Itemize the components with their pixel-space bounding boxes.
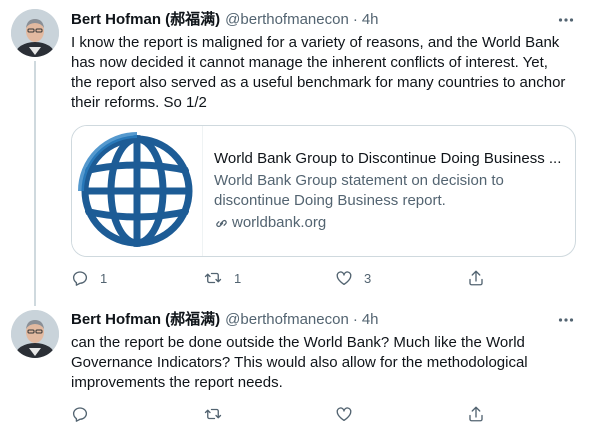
card-title[interactable]: World Bank Group to Discontinue Doing Bu… [214,149,564,169]
like-button[interactable] [335,405,467,423]
card-body: World Bank Group to Discontinue Doing Bu… [214,149,564,233]
more-options-button[interactable] [557,311,575,329]
retweet-button[interactable]: 1 [203,269,335,287]
world-bank-logo-icon [78,132,193,247]
timestamp[interactable]: 4h [362,10,379,30]
retweet-icon [204,408,222,420]
more-horizontal-icon [558,318,574,322]
retweet-count: 1 [234,270,242,286]
tweet-text: I know the report is maligned for a vari… [71,34,566,111]
retweet-button[interactable] [203,405,335,423]
more-options-button[interactable] [557,11,575,29]
more-horizontal-icon [558,18,574,22]
avatar[interactable] [11,310,59,358]
share-icon [469,406,483,422]
tweet-actions [71,404,501,424]
reply-count: 1 [100,270,108,286]
card-description: World Bank Group statement on decision t… [214,172,504,209]
card-thumbnail [72,126,203,256]
avatar[interactable] [11,9,59,57]
like-count: 3 [364,270,372,286]
user-handle[interactable]: @berthofmanecon [225,10,349,30]
tweet-actions: 1 1 3 [71,268,501,288]
share-button[interactable] [467,269,497,287]
link-preview-card[interactable]: World Bank Group to Discontinue Doing Bu… [71,125,576,257]
share-button[interactable] [467,405,497,423]
display-name[interactable]: Bert Hofman (郝福满) [71,310,220,330]
heart-icon [336,407,352,422]
tweet-header: Bert Hofman (郝福满) @berthofmanecon · 4h [71,310,379,330]
tweet[interactable]: Bert Hofman (郝福满) @berthofmanecon · 4h c… [0,300,589,436]
separator-dot: · [352,11,358,28]
reply-button[interactable]: 1 [71,269,203,287]
user-handle[interactable]: @berthofmanecon [225,310,349,330]
display-name[interactable]: Bert Hofman (郝福满) [71,10,220,30]
thread-connector-line [34,61,36,306]
profile-photo-icon [11,310,59,358]
separator-dot: · [352,311,358,328]
tweet[interactable]: Bert Hofman (郝福满) @berthofmanecon · 4h I… [0,0,589,306]
link-icon [216,219,227,227]
like-button[interactable]: 3 [335,269,467,287]
timestamp[interactable]: 4h [362,310,379,330]
profile-photo-icon [11,9,59,57]
share-icon [469,270,483,286]
card-domain: worldbank.org [214,213,564,233]
tweet-text: can the report be done outside the World… [71,334,528,391]
retweet-icon [204,272,222,284]
heart-icon [336,271,352,286]
reply-button[interactable] [71,405,203,423]
reply-icon [72,407,88,422]
reply-icon [72,271,88,286]
tweet-header: Bert Hofman (郝福满) @berthofmanecon · 4h [71,10,379,30]
card-domain-text: worldbank.org [232,214,327,231]
